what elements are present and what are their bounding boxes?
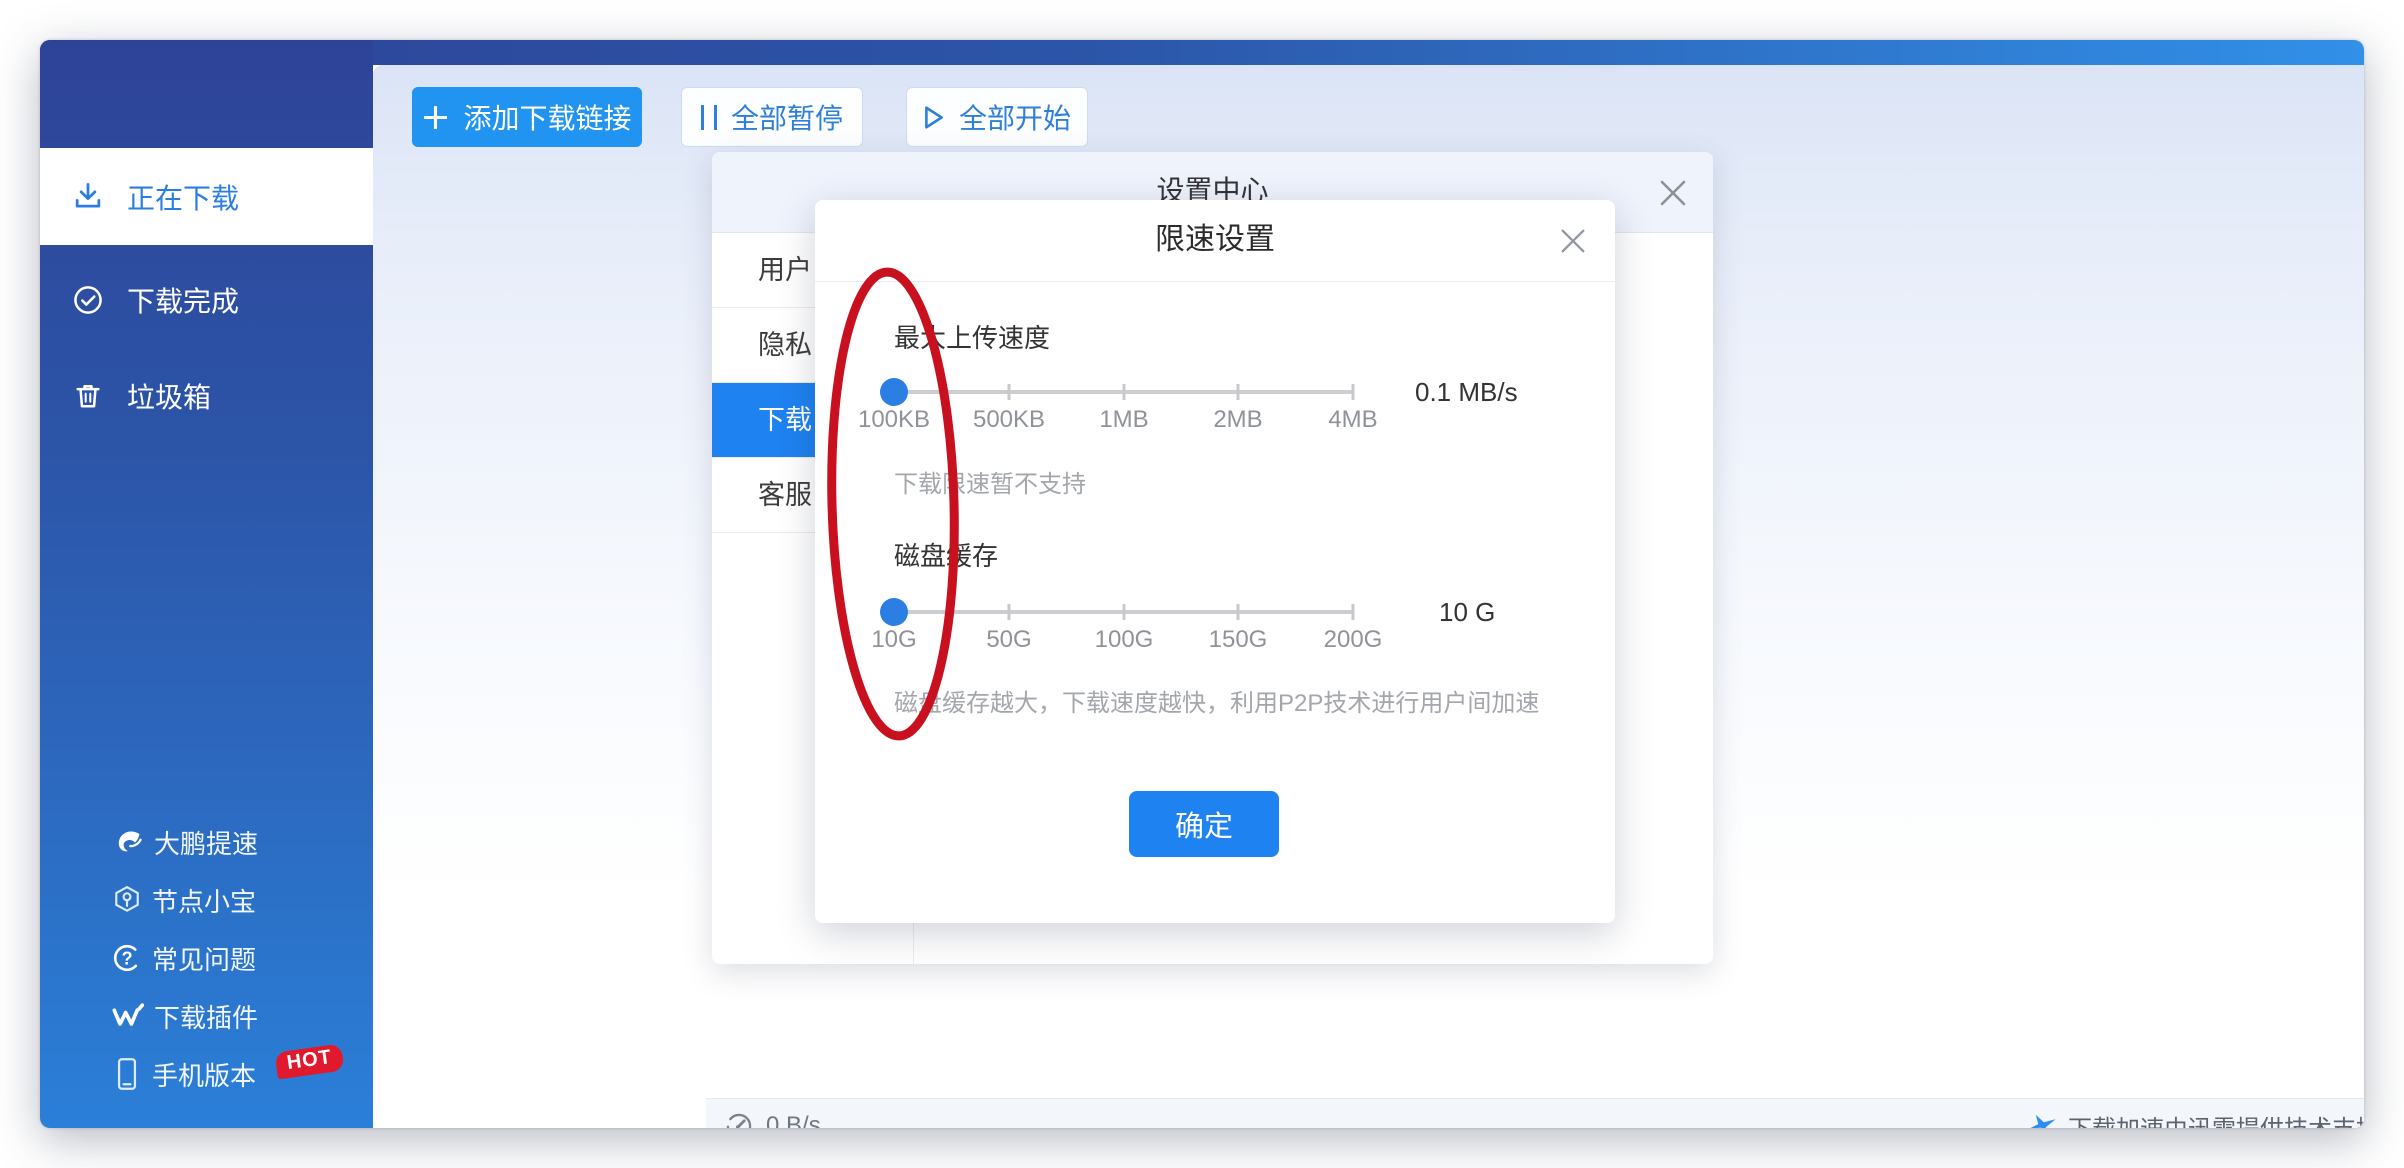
download-icon	[72, 181, 104, 213]
pause-icon	[701, 105, 717, 130]
sidebar-item-faq[interactable]: ? 常见问题	[40, 929, 373, 987]
slider-tick	[1007, 384, 1010, 400]
disk-cache-note: 磁盘缓存越大，下载速度越快，利用P2P技术进行用户间加速	[894, 683, 1539, 718]
hot-badge: HOT	[274, 1043, 344, 1079]
sidebar-item-mobile[interactable]: 手机版本 HOT	[40, 1045, 373, 1103]
check-circle-icon	[72, 284, 104, 316]
add-download-label: 添加下载链接	[463, 97, 631, 137]
thunder-bird-icon	[2027, 1113, 2057, 1128]
slider-tick	[1237, 384, 1240, 400]
sidebar-item-node-xiaobao[interactable]: 节点小宝	[40, 871, 373, 929]
tick-label: 10G	[871, 626, 916, 654]
upload-speed-slider[interactable]	[894, 377, 1353, 407]
cache-slider-value: 10 G	[1439, 597, 1495, 627]
promo-text: 下载加速由迅雷提供技术支持	[2068, 1109, 2364, 1129]
svg-text:?: ?	[121, 948, 132, 968]
tick-label: 500KB	[973, 406, 1045, 434]
add-download-button[interactable]: 添加下载链接	[412, 87, 642, 147]
phone-icon	[112, 1057, 142, 1091]
tick-label: 1MB	[1099, 406, 1148, 434]
status-bar: 0 B/s 下载加速由迅雷提供技术支持	[706, 1098, 2364, 1128]
slider-tick	[1007, 604, 1010, 620]
start-all-button[interactable]: 全部开始	[906, 87, 1088, 147]
sidebar-item-label: 下载完成	[127, 280, 239, 320]
settings-close-button[interactable]	[1656, 176, 1690, 210]
speed-limit-modal-header: 限速设置	[815, 200, 1615, 282]
confirm-button[interactable]: 确定	[1129, 791, 1279, 857]
plus-icon	[422, 104, 449, 131]
slider-tick	[1352, 604, 1355, 620]
upload-slider-value: 0.1 MB/s	[1415, 377, 1518, 407]
slider-tick	[1352, 384, 1355, 400]
titlebar	[40, 40, 2364, 65]
slider-tick	[1122, 604, 1125, 620]
trash-icon	[72, 380, 104, 412]
sidebar-footer-label: 下载插件	[154, 998, 258, 1035]
sidebar-footer-label: 手机版本	[152, 1056, 256, 1093]
plugin-w-icon	[112, 1001, 144, 1031]
sidebar-footer-label: 常见问题	[152, 940, 256, 977]
pause-all-label: 全部暂停	[731, 97, 843, 137]
slider-tick	[1122, 384, 1125, 400]
sidebar-item-trash[interactable]: 垃圾箱	[40, 348, 373, 444]
status-left: 0 B/s	[725, 1099, 821, 1128]
node-xiaobao-icon	[112, 885, 142, 915]
tick-label: 100G	[1095, 626, 1154, 654]
disk-cache-slider[interactable]	[894, 597, 1353, 627]
tick-label: 100KB	[858, 406, 930, 434]
sidebar-item-label: 垃圾箱	[127, 376, 211, 416]
sidebar-item-downloading[interactable]: 正在下载	[40, 148, 373, 245]
speed-gauge-icon	[725, 1112, 753, 1128]
close-icon	[1557, 225, 1589, 257]
download-limit-note: 下载限速暂不支持	[894, 464, 1086, 499]
pause-all-button[interactable]: 全部暂停	[681, 87, 863, 147]
sidebar-footer-label: 大鹏提速	[154, 824, 258, 861]
start-all-label: 全部开始	[959, 97, 1071, 137]
question-icon: ?	[112, 943, 142, 973]
slider-tick	[1237, 604, 1240, 620]
dapeng-boost-icon	[112, 826, 144, 858]
sidebar: 正在下载 下载完成 垃圾箱 大鹏提速	[40, 40, 373, 1128]
tick-label: 50G	[986, 626, 1031, 654]
close-icon	[1656, 176, 1690, 210]
cache-slider-thumb[interactable]	[880, 598, 908, 626]
play-icon	[923, 105, 945, 130]
download-speed-text: 0 B/s	[766, 1112, 821, 1128]
upload-speed-label: 最大上传速度	[894, 318, 1050, 355]
app-window: 0 B/s 下载加速由迅雷提供技术支持 添加下载链接 全部暂停 全部开始	[40, 40, 2364, 1128]
tick-label: 2MB	[1213, 406, 1262, 434]
sidebar-item-plugin[interactable]: 下载插件	[40, 987, 373, 1045]
sidebar-item-completed[interactable]: 下载完成	[40, 252, 373, 348]
tick-label: 200G	[1324, 626, 1383, 654]
status-right: 下载加速由迅雷提供技术支持	[2027, 1099, 2364, 1128]
disk-cache-label: 磁盘缓存	[894, 536, 998, 573]
sidebar-item-label: 正在下载	[127, 177, 239, 217]
sidebar-item-dapeng-boost[interactable]: 大鹏提速	[40, 813, 373, 871]
tick-label: 4MB	[1328, 406, 1377, 434]
tick-label: 150G	[1209, 626, 1268, 654]
speed-limit-modal-title: 限速设置	[815, 200, 1615, 280]
modal-close-button[interactable]	[1556, 225, 1590, 259]
speed-limit-modal: 限速设置 最大上传速度 0.1 MB/s 100KB 500KB 1MB 2MB…	[815, 200, 1615, 923]
upload-slider-thumb[interactable]	[880, 378, 908, 406]
sidebar-footer-label: 节点小宝	[152, 882, 256, 919]
